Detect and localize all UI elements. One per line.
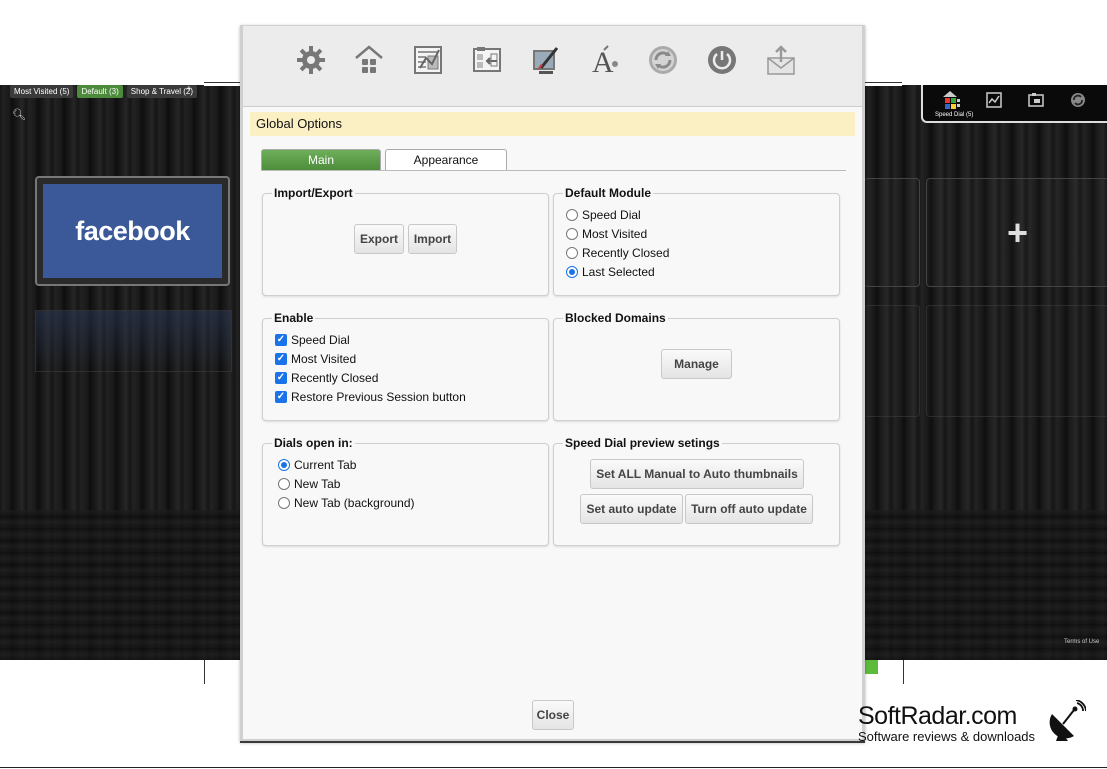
home-icon[interactable] bbox=[353, 44, 385, 76]
radio-new-tab-background[interactable] bbox=[278, 497, 290, 509]
manage-button[interactable]: Manage bbox=[661, 349, 732, 379]
gear-icon[interactable] bbox=[295, 44, 327, 76]
blocked-domains-group: Blocked Domains Manage bbox=[553, 311, 840, 421]
checkbox-speed-dial[interactable]: ✓ bbox=[275, 334, 287, 346]
option-label: Recently Closed bbox=[582, 246, 670, 260]
bottom-divider bbox=[0, 767, 1107, 768]
default-module-option[interactable]: Last Selected bbox=[566, 263, 655, 281]
enable-option[interactable]: ✓ Restore Previous Session button bbox=[275, 388, 466, 406]
enable-option[interactable]: ✓ Most Visited bbox=[275, 350, 356, 368]
svg-text:A: A bbox=[592, 46, 614, 76]
softradar-watermark: SoftRadar.com Software reviews & downloa… bbox=[858, 702, 1035, 744]
default-module-option[interactable]: Speed Dial bbox=[566, 206, 641, 224]
default-module-group: Default Module Speed Dial Most Visited R… bbox=[553, 186, 840, 296]
preview-settings-group: Speed Dial preview setings Set ALL Manua… bbox=[553, 436, 840, 546]
dials-open-option[interactable]: New Tab (background) bbox=[278, 494, 415, 512]
refresh-icon[interactable] bbox=[647, 44, 679, 76]
dials-open-option[interactable]: New Tab bbox=[278, 475, 340, 493]
font-icon[interactable]: A bbox=[588, 44, 620, 76]
radio-current-tab[interactable] bbox=[278, 459, 290, 471]
import-export-legend: Import/Export bbox=[272, 186, 355, 200]
option-label: Current Tab bbox=[294, 458, 357, 472]
mini-toolbar: Speed Dial (5) bbox=[921, 85, 1107, 123]
option-label: New Tab (background) bbox=[294, 496, 415, 510]
radio-most-visited[interactable] bbox=[566, 228, 578, 240]
global-options-dialog: A Global Options Main Appearance Import/… bbox=[240, 25, 865, 743]
theme-icon[interactable] bbox=[529, 44, 561, 76]
option-label: Most Visited bbox=[582, 227, 648, 241]
dial-tile-reflection bbox=[926, 305, 1107, 417]
import-icon[interactable] bbox=[471, 44, 503, 76]
set-auto-update-button[interactable]: Set auto update bbox=[580, 494, 683, 524]
radio-new-tab[interactable] bbox=[278, 478, 290, 490]
options-tabs: Main Appearance bbox=[261, 148, 846, 171]
radio-recently-closed[interactable] bbox=[566, 247, 578, 259]
option-label: Speed Dial bbox=[291, 333, 350, 347]
options-toolbar: A bbox=[243, 26, 862, 107]
turn-off-auto-update-button[interactable]: Turn off auto update bbox=[685, 494, 813, 524]
background-left-panel bbox=[0, 85, 240, 660]
export-button[interactable]: Export bbox=[354, 224, 404, 254]
add-dial-tile[interactable]: + bbox=[926, 178, 1107, 287]
close-button[interactable]: Close bbox=[532, 700, 574, 730]
checkbox-most-visited[interactable]: ✓ bbox=[275, 353, 287, 365]
background-green-button[interactable] bbox=[864, 660, 878, 674]
dial-tile-reflection bbox=[864, 305, 920, 417]
set-all-auto-thumbnails-button[interactable]: Set ALL Manual to Auto thumbnails bbox=[590, 459, 804, 489]
dials-open-in-legend: Dials open in: bbox=[272, 436, 355, 450]
option-label: Restore Previous Session button bbox=[291, 390, 466, 404]
watermark-title: SoftRadar.com bbox=[858, 702, 1017, 730]
bg-search-icon[interactable]: 🔍︎ bbox=[12, 108, 26, 121]
power-icon[interactable] bbox=[706, 44, 738, 76]
watermark-subtitle: Software reviews & downloads bbox=[858, 729, 1036, 744]
default-module-option[interactable]: Most Visited bbox=[566, 225, 647, 243]
dials-open-option[interactable]: Current Tab bbox=[278, 456, 356, 474]
facebook-dial-tile[interactable]: facebook bbox=[35, 176, 230, 286]
share-icon[interactable] bbox=[765, 44, 797, 76]
most-visited-icon[interactable] bbox=[985, 91, 1003, 109]
enable-group: Enable ✓ Speed Dial ✓ Most Visited ✓ Recent… bbox=[262, 311, 549, 421]
recently-closed-icon[interactable] bbox=[1027, 91, 1045, 109]
default-module-option[interactable]: Recently Closed bbox=[566, 244, 669, 262]
enable-legend: Enable bbox=[272, 311, 316, 325]
import-button[interactable]: Import bbox=[408, 224, 457, 254]
tab-main[interactable]: Main bbox=[261, 149, 381, 170]
import-export-group: Import/Export Export Import bbox=[262, 186, 549, 296]
refresh-icon[interactable] bbox=[1069, 91, 1087, 109]
satellite-dish-icon bbox=[1049, 700, 1086, 741]
facebook-logo: facebook bbox=[43, 184, 222, 278]
mini-toolbar-label: Speed Dial (5) bbox=[935, 112, 974, 118]
default-module-legend: Default Module bbox=[563, 186, 653, 200]
option-label: Recently Closed bbox=[291, 371, 379, 385]
plus-icon: + bbox=[1006, 211, 1029, 253]
enable-option[interactable]: ✓ Speed Dial bbox=[275, 331, 350, 349]
facebook-tile-reflection bbox=[35, 310, 232, 372]
option-label: Most Visited bbox=[291, 352, 357, 366]
enable-option[interactable]: ✓ Recently Closed bbox=[275, 369, 378, 387]
dial-tile-partial[interactable] bbox=[864, 178, 920, 287]
preview-settings-legend: Speed Dial preview setings bbox=[563, 436, 722, 450]
option-label: New Tab bbox=[294, 477, 341, 491]
tab-appearance[interactable]: Appearance bbox=[385, 149, 507, 170]
dials-icon[interactable] bbox=[412, 44, 444, 76]
dialog-title: Global Options bbox=[250, 112, 855, 136]
bg-tab-most-visited[interactable]: Most Visited (5) bbox=[10, 85, 74, 98]
dials-open-in-group: Dials open in: Current Tab New Tab New T… bbox=[262, 436, 549, 546]
speed-dial-icon[interactable] bbox=[943, 91, 961, 109]
terms-link[interactable]: Terms of Use bbox=[1064, 639, 1099, 645]
checkbox-recently-closed[interactable]: ✓ bbox=[275, 372, 287, 384]
bg-tab-default[interactable]: Default (3) bbox=[77, 85, 123, 98]
option-label: Last Selected bbox=[582, 265, 655, 279]
option-label: Speed Dial bbox=[582, 208, 641, 222]
bg-add-group-icon[interactable]: + bbox=[186, 84, 192, 95]
radio-last-selected[interactable] bbox=[566, 266, 578, 278]
background-group-tabs: Most Visited (5) Default (3) Shop & Trav… bbox=[10, 85, 198, 98]
blocked-domains-legend: Blocked Domains bbox=[563, 311, 668, 325]
radio-speed-dial[interactable] bbox=[566, 209, 578, 221]
checkbox-restore-session[interactable]: ✓ bbox=[275, 391, 287, 403]
